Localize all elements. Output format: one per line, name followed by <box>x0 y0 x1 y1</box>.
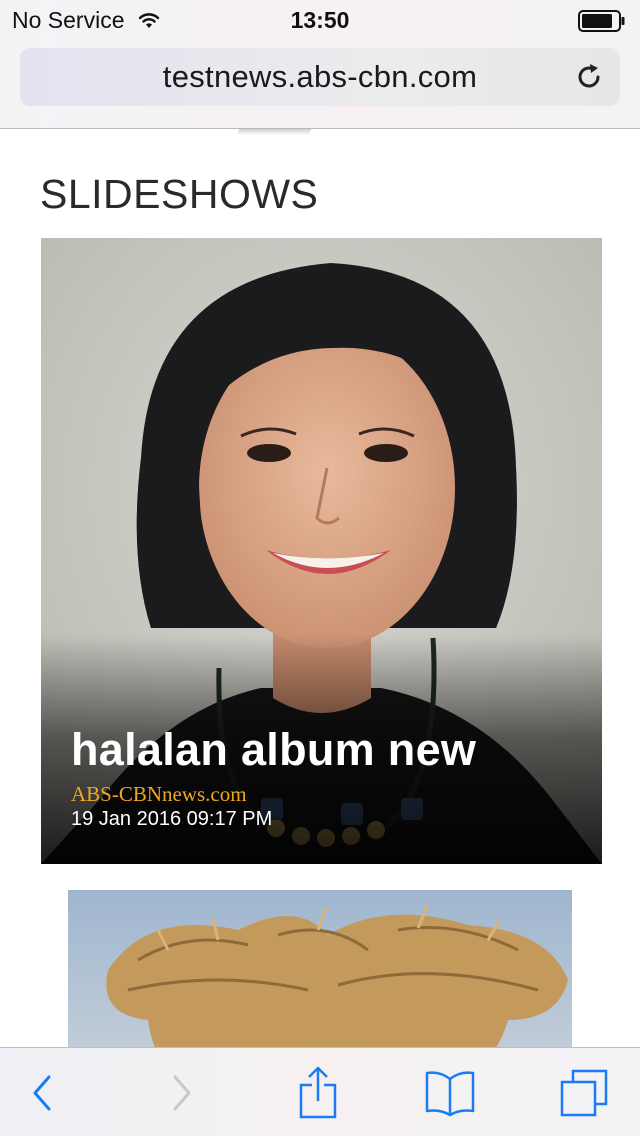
browser-toolbar <box>0 1047 640 1136</box>
address-bar[interactable]: testnews.abs-cbn.com <box>20 48 620 106</box>
reload-icon[interactable] <box>574 62 604 92</box>
status-time: 13:50 <box>290 7 350 33</box>
back-chevron-icon <box>33 1075 51 1110</box>
forward-chevron-icon <box>173 1075 191 1110</box>
card-date: 19 Jan 2016 09:17 PM <box>71 808 273 830</box>
page-content[interactable]: SLIDESHOWS halalan album new ABS-CBNnews… <box>0 129 640 1047</box>
card-title[interactable]: halalan album new <box>71 724 476 776</box>
card-source: ABS-CBNnews.com <box>71 782 247 806</box>
bookmarks-button[interactable] <box>410 1048 490 1136</box>
browser-top-chrome: No Service 13:50 testnews.abs-cbn.com <box>0 0 640 129</box>
status-bar: No Service 13:50 <box>0 0 640 40</box>
url-text[interactable]: testnews.abs-cbn.com <box>20 59 620 95</box>
bookmarks-icon <box>425 1070 475 1116</box>
screen: No Service 13:50 testnews.abs-cbn.com SL… <box>0 0 640 1136</box>
header-shadow <box>236 129 312 135</box>
forward-button[interactable] <box>142 1048 222 1136</box>
share-icon <box>299 1066 337 1118</box>
battery-icon <box>578 10 625 32</box>
section-title: SLIDESHOWS <box>40 171 319 217</box>
tabs-button[interactable] <box>544 1048 624 1136</box>
share-button[interactable] <box>278 1048 358 1136</box>
card-photo-second <box>68 890 572 1047</box>
slideshow-card-second[interactable] <box>68 890 572 1047</box>
back-button[interactable] <box>2 1048 82 1136</box>
tabs-icon <box>560 1069 608 1116</box>
slideshow-card[interactable]: halalan album new ABS-CBNnews.com 19 Jan… <box>41 238 602 864</box>
